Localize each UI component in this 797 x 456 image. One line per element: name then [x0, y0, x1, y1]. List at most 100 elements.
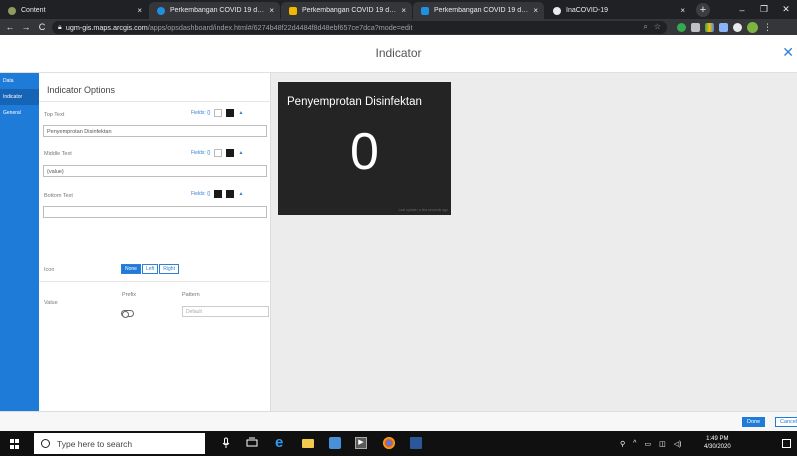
store-icon[interactable]	[329, 437, 341, 449]
tray-overflow-icon[interactable]: ^	[633, 440, 636, 447]
prefix-toggle[interactable]	[121, 310, 134, 318]
text-color-swatch[interactable]	[226, 149, 235, 157]
tab-close-icon[interactable]: ×	[401, 6, 406, 15]
word-icon[interactable]	[410, 437, 422, 449]
bookmark-star-icon[interactable]: ☆	[654, 22, 661, 32]
profile-avatar-icon[interactable]	[747, 21, 758, 33]
back-button[interactable]: ←	[4, 22, 16, 32]
indicator-options-panel: Indicator Options Top Text Fields: {} ▲ …	[39, 73, 271, 411]
browser-tab-perkembangan-3[interactable]: Perkembangan COVID 19 di In ×	[413, 2, 544, 19]
maximize-button[interactable]: ❐	[753, 0, 775, 19]
reload-button[interactable]: C	[36, 22, 48, 32]
arcgis-favicon-icon	[157, 6, 165, 15]
middle-text-input[interactable]: {value}	[43, 165, 267, 177]
value-label: Value	[44, 300, 58, 306]
file-explorer-icon[interactable]	[302, 439, 314, 448]
pattern-label: Pattern	[182, 292, 200, 298]
background-color-swatch[interactable]	[214, 109, 223, 117]
preview-top-text: Penyemprotan Disinfektan	[287, 96, 422, 108]
bottom-text-input[interactable]	[43, 206, 267, 218]
fields-link[interactable]: Fields: {}	[191, 150, 210, 156]
background-color-swatch[interactable]	[214, 190, 223, 198]
close-editor-icon[interactable]: ✕	[782, 44, 794, 61]
nav-item-indicator[interactable]: Indicator	[0, 89, 39, 105]
search-placeholder: Type here to search	[57, 438, 133, 449]
browser-tab-perkembangan-2[interactable]: Perkembangan COVID 19 di In ×	[281, 2, 412, 19]
prefix-label: Prefix	[122, 292, 137, 298]
cortana-circle-icon	[41, 439, 50, 448]
extension-green-icon[interactable]	[677, 22, 686, 32]
text-alignment-icon[interactable]: ▲	[238, 110, 243, 116]
browser-tab-perkembangan-1[interactable]: Perkembangan COVID 19 di In ×	[149, 2, 280, 19]
people-icon[interactable]: ⚲	[620, 440, 625, 448]
browser-tab-inacovid[interactable]: InaCOVID-19 ×	[545, 2, 691, 19]
media-player-icon[interactable]: ▶	[355, 437, 367, 449]
windows-start-icon[interactable]	[10, 439, 20, 449]
text-alignment-icon[interactable]: ▲	[238, 191, 243, 197]
browser-tab-content[interactable]: Content ×	[0, 2, 148, 19]
extension-multicolor-icon[interactable]	[705, 22, 714, 32]
fields-link[interactable]: Fields: {}	[191, 110, 210, 116]
dashboard-favicon-icon	[289, 6, 297, 15]
tab-label: InaCOVID-19	[566, 7, 609, 14]
fields-link[interactable]: Fields: {}	[191, 191, 210, 197]
tab-label: Perkembangan COVID 19 di In	[170, 7, 265, 14]
chrome-menu-icon[interactable]: ⋮	[763, 22, 772, 33]
icon-left-option[interactable]: Left	[141, 264, 159, 274]
extension-gray-icon[interactable]	[691, 22, 700, 32]
tab-close-icon[interactable]: ×	[680, 6, 685, 15]
tab-close-icon[interactable]: ×	[137, 6, 142, 15]
divider	[39, 281, 271, 282]
indicator-preview: Penyemprotan Disinfektan 0 Last update: …	[278, 82, 451, 215]
icon-position-toggle: None Left Right	[121, 264, 179, 274]
text-alignment-icon[interactable]: ▲	[238, 150, 243, 156]
tab-close-icon[interactable]: ×	[269, 6, 274, 15]
text-color-swatch[interactable]	[226, 190, 235, 198]
preview-last-update: Last update: a few seconds ago	[398, 208, 448, 212]
volume-icon[interactable]: ◁)	[674, 440, 682, 448]
forward-button[interactable]: →	[20, 22, 32, 32]
task-view-icon[interactable]	[246, 437, 258, 449]
background-color-swatch[interactable]	[214, 149, 223, 157]
system-tray: ⚲ ^ ▭ ◫ ◁)	[620, 431, 681, 456]
icon-right-option[interactable]: Right	[159, 264, 179, 274]
browser-tab-strip: Content × Perkembangan COVID 19 di In × …	[0, 0, 797, 19]
address-bar-row: ← → C 🔒︎ ugm-gis.maps.arcgis.com/apps/op…	[0, 19, 797, 35]
chrome-taskbar-icon[interactable]	[383, 437, 395, 449]
taskbar-search-input[interactable]: Type here to search	[34, 433, 205, 454]
edge-browser-icon[interactable]: e	[275, 434, 287, 451]
done-button[interactable]: Done	[742, 417, 766, 427]
close-window-button[interactable]: ✕	[775, 0, 797, 19]
nav-item-general[interactable]: General	[0, 105, 39, 121]
extension-circle-icon[interactable]	[733, 22, 742, 32]
action-center-icon[interactable]	[782, 439, 791, 448]
settings-side-nav: Data Indicator General	[0, 73, 39, 411]
url-path: /apps/opsdashboard/index.html#/6274b48f2…	[147, 22, 413, 32]
minimize-button[interactable]: –	[731, 0, 753, 19]
dashboard-editor: Indicator ✕ Data Indicator General Indic…	[0, 35, 797, 431]
clock-time: 1:49 PM	[706, 436, 729, 442]
cancel-button[interactable]: Cancel	[775, 417, 797, 427]
text-color-swatch[interactable]	[226, 109, 235, 117]
bottom-text-label: Bottom Text	[44, 193, 73, 199]
microphone-icon[interactable]	[220, 437, 232, 449]
top-text-tools: Fields: {} ▲	[191, 109, 243, 117]
extension-blue-icon[interactable]	[719, 22, 728, 32]
taskbar-clock[interactable]: 1:49 PM 4/30/2020	[704, 435, 731, 451]
extensions-area: ⋮	[677, 21, 772, 33]
battery-icon[interactable]: ▭	[644, 440, 651, 448]
content-favicon-icon	[8, 6, 16, 15]
tab-label: Perkembangan COVID 19 di In	[434, 7, 529, 14]
tab-close-icon[interactable]: ×	[533, 6, 538, 15]
preview-value: 0	[350, 123, 379, 181]
nav-item-data[interactable]: Data	[0, 73, 39, 89]
url-input[interactable]: 🔒︎ ugm-gis.maps.arcgis.com/apps/opsdashb…	[52, 20, 667, 34]
top-text-input[interactable]: Penyemprotan Disinfektan	[43, 125, 267, 137]
middle-text-label: Middle Text	[44, 151, 72, 157]
page-title: Indicator	[375, 46, 422, 60]
zoom-icon[interactable]: ⌕	[643, 22, 647, 32]
pattern-input[interactable]: Default	[182, 306, 269, 317]
icon-none-option[interactable]: None	[121, 264, 141, 274]
network-icon[interactable]: ◫	[659, 440, 666, 448]
new-tab-button[interactable]: +	[696, 3, 710, 17]
